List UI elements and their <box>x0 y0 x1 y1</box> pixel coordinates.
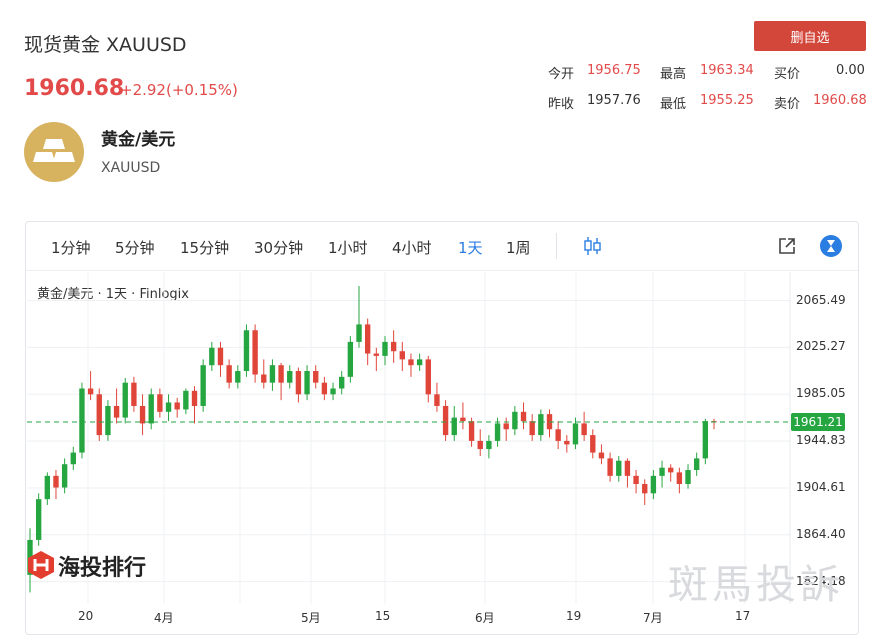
y-tick-label: 1985.05 <box>796 386 846 401</box>
y-tick-label: 1864.40 <box>796 526 846 541</box>
candle-body <box>590 435 596 453</box>
candle-body <box>486 440 492 450</box>
candle-body <box>538 414 544 436</box>
candle-body <box>460 417 466 422</box>
candle-body <box>330 388 336 395</box>
x-tick-label: 4月 <box>154 611 174 625</box>
candle-body <box>503 423 509 430</box>
candle-body <box>131 382 137 406</box>
candle-body <box>564 440 570 445</box>
candle-body <box>217 347 224 366</box>
x-tick-label: 20 <box>78 609 94 623</box>
brand-logo-icon <box>27 550 55 580</box>
candle-body <box>321 382 328 395</box>
candle-body <box>581 423 587 436</box>
candle-body <box>243 330 250 372</box>
candle-body <box>113 405 120 418</box>
y-tick-label: 2065.49 <box>796 292 846 307</box>
candle-body <box>139 405 146 424</box>
candle-body <box>390 341 397 352</box>
candlestick-chart <box>27 272 791 604</box>
candle-body <box>685 470 691 485</box>
x-tick-label: 6月 <box>475 611 495 625</box>
watermark-zebra: 斑馬投訴 <box>668 562 844 608</box>
candle-body <box>356 324 362 342</box>
candle-body <box>616 460 622 476</box>
candle-body <box>572 423 579 445</box>
candle-body <box>382 341 388 356</box>
candle-body <box>304 371 310 395</box>
x-tick-label: 5月 <box>301 611 321 625</box>
candle-body <box>624 460 631 476</box>
candle-body <box>105 405 111 436</box>
candle-body <box>633 475 639 485</box>
y-tick-label: 1904.61 <box>796 479 846 494</box>
x-tick-label: 19 <box>566 609 582 623</box>
y-tick-label: 2025.27 <box>796 339 846 354</box>
candle-body <box>373 353 380 356</box>
candle-body <box>235 371 241 383</box>
x-tick-label: 17 <box>735 609 751 623</box>
candle-body <box>261 374 267 383</box>
candle-body <box>278 365 284 383</box>
candle-body <box>200 365 206 406</box>
candle-body <box>650 475 657 494</box>
candle-body <box>165 402 172 412</box>
candle-body <box>313 371 319 383</box>
candle-body <box>148 394 154 424</box>
candle-body <box>598 452 605 459</box>
candle-body <box>79 388 85 453</box>
candle-body <box>252 330 258 375</box>
candle-body <box>425 359 431 395</box>
candle-body <box>70 452 76 465</box>
y-tick-label: 1944.83 <box>796 433 846 448</box>
watermark-haitou: 海投排行 <box>58 556 147 581</box>
candle-body <box>287 371 293 383</box>
candle-body <box>191 390 198 406</box>
candle-body <box>520 411 527 422</box>
candle-body <box>399 351 405 360</box>
candle-body <box>607 458 613 476</box>
candle-body <box>269 365 276 383</box>
candle-body <box>339 376 345 389</box>
candle-body <box>442 405 449 436</box>
candle-body <box>53 475 59 488</box>
x-tick-label: 7月 <box>643 611 663 625</box>
candle-body <box>434 394 440 406</box>
candle-body <box>676 472 683 485</box>
candle-body <box>87 388 94 395</box>
candle-body <box>209 347 215 366</box>
candle-body <box>529 421 535 436</box>
candle-body <box>44 475 51 500</box>
candle-body <box>183 390 189 410</box>
candle-body <box>693 458 700 471</box>
candle-body <box>702 421 709 459</box>
candle-body <box>364 324 371 354</box>
candle-body <box>494 423 501 441</box>
candle-body <box>555 429 561 441</box>
candle-body <box>451 417 457 436</box>
candle-body <box>477 440 483 450</box>
current-price-tag: 1961.21 <box>791 413 845 432</box>
candle-body <box>61 464 68 488</box>
candle-body <box>347 341 354 377</box>
candle-body <box>468 421 475 441</box>
candle-body <box>174 402 180 410</box>
candle-body <box>416 359 423 366</box>
candle-body <box>295 371 302 395</box>
candle-body <box>96 394 102 436</box>
x-tick-label: 15 <box>375 609 391 623</box>
candle-body <box>157 394 163 412</box>
candle-body <box>642 484 648 494</box>
candle-body <box>512 411 518 430</box>
candle-body <box>226 365 232 383</box>
candle-body <box>659 467 665 476</box>
candle-body <box>35 499 42 540</box>
candle-body <box>668 467 674 473</box>
candle-body <box>408 359 414 366</box>
candle-body <box>122 382 128 418</box>
